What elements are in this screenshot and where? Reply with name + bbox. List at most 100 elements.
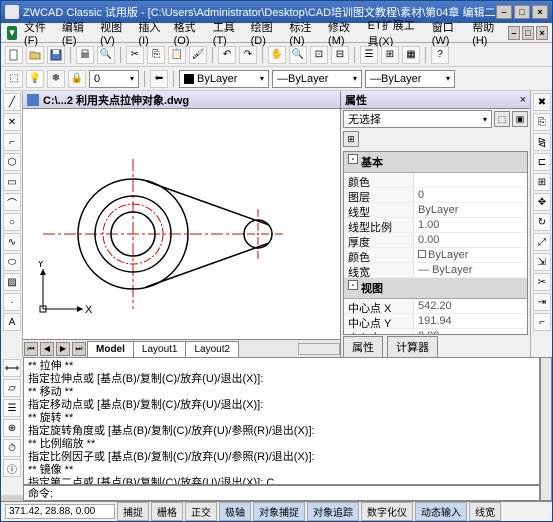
preview-icon[interactable]: 🔍 bbox=[97, 46, 115, 64]
stretch-icon[interactable]: ⇲ bbox=[533, 253, 551, 271]
quick-select-icon[interactable]: ⬚ bbox=[494, 111, 510, 127]
match-icon[interactable]: 🖌 bbox=[189, 46, 207, 64]
horizontal-scrollbar[interactable] bbox=[298, 343, 340, 355]
point-icon[interactable]: · bbox=[3, 293, 21, 311]
group-basic[interactable]: -基本 bbox=[344, 152, 527, 173]
tool-palette-icon[interactable]: ▦ bbox=[402, 46, 420, 64]
open-icon[interactable] bbox=[26, 46, 44, 64]
menu-window[interactable]: 窗口(W) bbox=[427, 17, 465, 49]
arc-icon[interactable]: ⌒ bbox=[3, 193, 21, 211]
select-objects-icon[interactable]: ▣ bbox=[512, 111, 528, 127]
help-icon[interactable]: ? bbox=[431, 46, 449, 64]
status-polar[interactable]: 极轴 bbox=[219, 502, 251, 521]
spline-icon[interactable]: ∿ bbox=[3, 233, 21, 251]
print-icon[interactable] bbox=[76, 46, 94, 64]
extend-icon[interactable]: ⇥ bbox=[533, 293, 551, 311]
rotate-icon[interactable]: ↻ bbox=[533, 213, 551, 231]
color-combo[interactable]: ByLayer▾ bbox=[179, 70, 269, 88]
tab-first-icon[interactable]: ⏮ bbox=[24, 342, 38, 356]
menu-tools[interactable]: 工具(T) bbox=[208, 17, 244, 49]
status-otrack[interactable]: 对象追踪 bbox=[307, 502, 359, 521]
save-icon[interactable] bbox=[47, 46, 65, 64]
coordinates[interactable]: 371.42, 28.88, 0.00 bbox=[5, 504, 115, 519]
rectangle-icon[interactable]: ▭ bbox=[3, 173, 21, 191]
status-icon[interactable]: ⓘ bbox=[3, 459, 21, 477]
toggle-pim-icon[interactable]: ⊞ bbox=[343, 131, 359, 147]
layer-freeze-icon[interactable]: ❄ bbox=[47, 70, 65, 88]
area-icon[interactable]: ▱ bbox=[3, 379, 21, 397]
tab-properties[interactable]: 属性 bbox=[343, 336, 383, 358]
menu-modify[interactable]: 修改(M) bbox=[323, 17, 361, 49]
mirror-icon[interactable]: ⧎ bbox=[533, 133, 551, 151]
menu-view[interactable]: 视图(V) bbox=[95, 17, 131, 49]
status-dyn[interactable]: 动态输入 bbox=[415, 502, 467, 521]
cut-icon[interactable]: ✂ bbox=[126, 46, 144, 64]
offset-icon[interactable]: ⊏ bbox=[533, 153, 551, 171]
line-icon[interactable]: ╱ bbox=[3, 93, 21, 111]
tab-layout1[interactable]: Layout1 bbox=[133, 341, 187, 357]
design-center-icon[interactable]: ⊞ bbox=[381, 46, 399, 64]
fillet-icon[interactable]: ⌐ bbox=[533, 313, 551, 331]
doc-close-button[interactable]: × bbox=[536, 26, 548, 40]
menu-dim[interactable]: 标注(N) bbox=[284, 17, 321, 49]
array-icon[interactable]: ⊞ bbox=[533, 173, 551, 191]
status-ortho[interactable]: 正交 bbox=[185, 502, 217, 521]
undo-icon[interactable]: ↶ bbox=[218, 46, 236, 64]
menu-file[interactable]: 文件(F) bbox=[19, 17, 55, 49]
menu-help[interactable]: 帮助(H) bbox=[467, 17, 504, 49]
new-icon[interactable] bbox=[5, 46, 23, 64]
status-osnap[interactable]: 对象捕捉 bbox=[253, 502, 305, 521]
layer-prev-icon[interactable]: ⬅ bbox=[150, 70, 168, 88]
layer-lock-icon[interactable]: 🔒 bbox=[68, 70, 86, 88]
pline-icon[interactable]: ⌐ bbox=[3, 133, 21, 151]
layer-combo[interactable]: 0▾ bbox=[89, 70, 139, 88]
xline-icon[interactable]: ✕ bbox=[3, 113, 21, 131]
redo-icon[interactable]: ↷ bbox=[239, 46, 257, 64]
status-lweight[interactable]: 线宽 bbox=[469, 502, 501, 521]
layer-state-icon[interactable]: 💡 bbox=[26, 70, 44, 88]
menu-draw[interactable]: 绘图(D) bbox=[246, 17, 283, 49]
lineweight-combo[interactable]: — ByLayer▾ bbox=[365, 70, 455, 88]
time-icon[interactable]: ⏱ bbox=[3, 439, 21, 457]
text-icon[interactable]: A bbox=[3, 313, 21, 331]
hatch-icon[interactable]: ▨ bbox=[3, 273, 21, 291]
doc-maximize-button[interactable]: □ bbox=[522, 26, 534, 40]
menu-insert[interactable]: 插入(I) bbox=[133, 17, 166, 49]
canvas[interactable]: X Y bbox=[23, 109, 340, 339]
command-input[interactable]: 命令: bbox=[23, 485, 540, 501]
pan-icon[interactable]: ✋ bbox=[268, 46, 286, 64]
copy-obj-icon[interactable]: ⎘ bbox=[533, 113, 551, 131]
command-scrollbar[interactable] bbox=[540, 357, 552, 501]
polygon-icon[interactable]: ⬡ bbox=[3, 153, 21, 171]
move-icon[interactable]: ✥ bbox=[533, 193, 551, 211]
trim-icon[interactable]: ✂ bbox=[533, 273, 551, 291]
status-snap[interactable]: 捕捉 bbox=[117, 502, 149, 521]
maximize-button[interactable]: □ bbox=[514, 5, 530, 19]
tab-last-icon[interactable]: ⏭ bbox=[72, 342, 86, 356]
tab-next-icon[interactable]: ▶ bbox=[56, 342, 70, 356]
paste-icon[interactable]: 📋 bbox=[168, 46, 186, 64]
status-digitize[interactable]: 数字化仪 bbox=[361, 502, 413, 521]
properties-close-icon[interactable]: × bbox=[520, 94, 526, 106]
tab-prev-icon[interactable]: ◀ bbox=[40, 342, 54, 356]
zoom-icon[interactable]: 🔍 bbox=[289, 46, 307, 64]
menu-format[interactable]: 格式(O) bbox=[169, 17, 206, 49]
zoom-prev-icon[interactable]: ⊟ bbox=[331, 46, 349, 64]
distance-icon[interactable]: ⟷ bbox=[3, 359, 21, 377]
layer-icon[interactable]: ⬚ bbox=[5, 70, 23, 88]
doc-minimize-button[interactable]: – bbox=[508, 26, 520, 40]
menu-edit[interactable]: 编辑(E) bbox=[57, 17, 93, 49]
erase-icon[interactable]: ✖ bbox=[533, 93, 551, 111]
tab-calculator[interactable]: 计算器 bbox=[387, 336, 438, 358]
selection-combo[interactable]: 无选择▾ bbox=[343, 110, 492, 128]
id-icon[interactable]: ⊕ bbox=[3, 419, 21, 437]
linetype-combo[interactable]: — ByLayer▾ bbox=[272, 70, 362, 88]
property-grid[interactable]: -基本 颜色 图层0 线型ByLayer 线型比例1.00 厚度0.00 颜色B… bbox=[343, 151, 528, 335]
command-history[interactable]: ** 拉伸 ** 指定拉伸点或 [基点(B)/复制(C)/放弃(U)/退出(X)… bbox=[23, 357, 540, 485]
close-button[interactable]: × bbox=[532, 5, 548, 19]
list-icon[interactable]: ☰ bbox=[3, 399, 21, 417]
zoom-window-icon[interactable]: ⊡ bbox=[310, 46, 328, 64]
app-menu-icon[interactable]: ▾ bbox=[7, 26, 17, 40]
tab-model[interactable]: Model bbox=[87, 341, 134, 357]
copy-icon[interactable]: ⎘ bbox=[147, 46, 165, 64]
